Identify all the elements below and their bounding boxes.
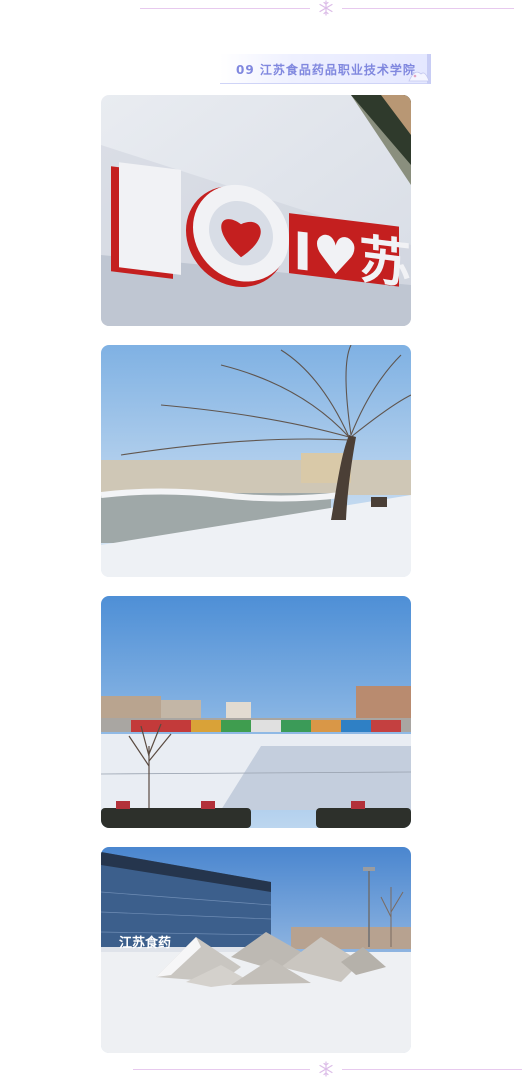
photo-rock-garden: 江苏食药 [101,847,411,1053]
photo-willow-lake [101,345,411,577]
photo-i-love-sign: I♥苏食院 [101,95,411,326]
bottom-divider [0,1061,523,1077]
section-label: 09 江苏食品药品职业技术学院 [220,54,431,84]
divider-line-right [342,1069,522,1070]
rock-garden-sign: 江苏食药 [119,935,171,951]
divider-line-left [140,8,310,9]
top-divider [0,0,523,16]
photo-sports-field [101,596,411,828]
divider-line-right [342,8,514,9]
divider-line-left [133,1069,310,1070]
snowflake-icon [319,0,333,16]
snowflake-icon [319,1061,333,1077]
section-label-text: 09 江苏食品药品职业技术学院 [236,63,416,77]
snow-landscape-icon [408,54,431,84]
